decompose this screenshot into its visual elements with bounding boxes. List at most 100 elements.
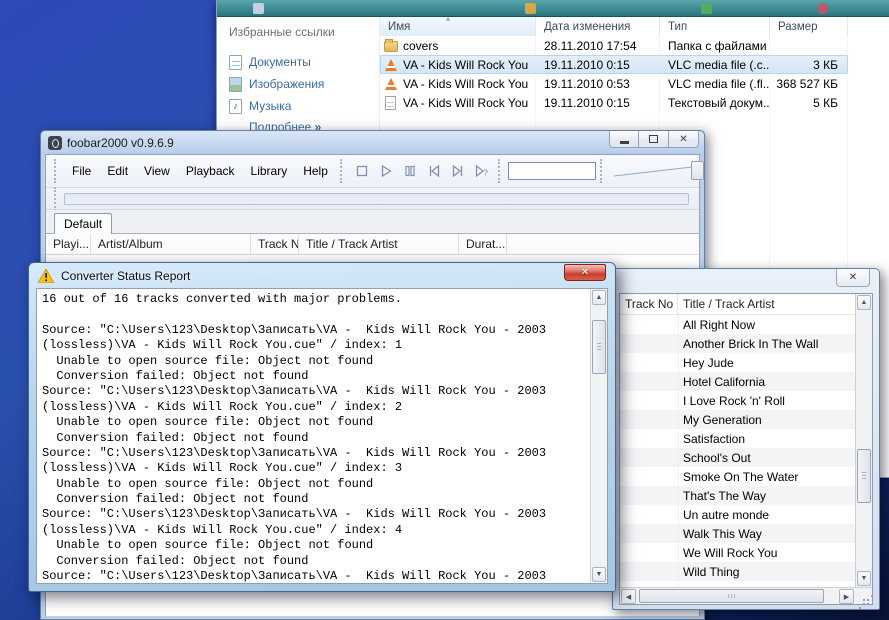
minimize-button[interactable] xyxy=(609,131,639,148)
seekbar-row xyxy=(46,188,699,210)
seekbar[interactable] xyxy=(64,193,689,205)
scrollbar-thumb[interactable] xyxy=(857,449,871,503)
track-row[interactable]: School's Out xyxy=(620,448,855,467)
track-title: School's Out xyxy=(683,451,751,465)
minimize-icon xyxy=(620,141,629,144)
track-row[interactable]: Smoke On The Water xyxy=(620,467,855,486)
vertical-scrollbar[interactable]: ▲ ▼ xyxy=(855,294,872,587)
previous-button[interactable] xyxy=(422,160,446,182)
menu-item[interactable]: Edit xyxy=(99,155,136,187)
foobar2000-titlebar[interactable]: foobar2000 v0.9.6.9 ✕ xyxy=(41,131,704,154)
converter-status-dialog: Converter Status Report ✕ 16 out of 16 t… xyxy=(28,262,616,592)
pause-button[interactable] xyxy=(398,160,422,182)
toolbar-burn-icon xyxy=(817,3,828,14)
track-row[interactable]: Satisfaction xyxy=(620,429,855,448)
resize-grip[interactable] xyxy=(855,588,872,604)
column-header-artist-album[interactable]: Artist/Album xyxy=(91,234,251,254)
maximize-button[interactable] xyxy=(639,131,669,148)
track-row[interactable]: I Love Rock 'n' Roll xyxy=(620,391,855,410)
column-header-track-no[interactable]: Track No xyxy=(251,234,299,254)
column-header-duration[interactable]: Durat... xyxy=(459,234,507,254)
svg-text:?: ? xyxy=(483,168,488,178)
track-title: Another Brick In The Wall xyxy=(683,337,818,351)
sidebar-item-icon xyxy=(229,77,242,92)
stop-button[interactable] xyxy=(350,160,374,182)
column-header-size[interactable]: Размер xyxy=(770,17,848,36)
track-title: My Generation xyxy=(683,413,762,427)
playlist-window-titlebar[interactable]: ✕ xyxy=(613,269,879,293)
horizontal-scrollbar[interactable]: ◀ ▶ xyxy=(620,587,872,604)
scrollbar-thumb[interactable] xyxy=(592,320,606,374)
toolbar-views-icon xyxy=(701,3,712,14)
menu-item[interactable]: View xyxy=(136,155,178,187)
sort-ascending-icon: ▴ xyxy=(446,14,450,23)
scrollbar-track[interactable] xyxy=(856,311,872,570)
menu-item[interactable]: Playback xyxy=(178,155,243,187)
volume-slider-handle[interactable] xyxy=(691,161,704,180)
random-button[interactable]: ? xyxy=(470,160,494,182)
menu-item[interactable]: Help xyxy=(295,155,336,187)
file-row[interactable]: VA - Kids Will Rock You 19.11.2010 0:53 … xyxy=(380,74,848,93)
next-button[interactable] xyxy=(446,160,470,182)
menu-item[interactable]: Library xyxy=(243,155,296,187)
file-size: 368 527 КБ xyxy=(770,77,848,91)
sidebar-item[interactable]: Изображения xyxy=(229,73,379,95)
scrollbar-track[interactable] xyxy=(637,588,838,604)
file-row[interactable]: VA - Kids Will Rock You 19.11.2010 0:15 … xyxy=(380,55,848,74)
column-header-date[interactable]: Дата изменения xyxy=(536,17,660,36)
search-input[interactable] xyxy=(508,162,596,180)
sidebar-item-icon xyxy=(229,99,242,114)
playlist-column-headers: Playi... Artist/Album Track No Title / T… xyxy=(46,234,699,255)
scroll-down-button[interactable]: ▼ xyxy=(857,571,871,586)
track-row[interactable]: All Right Now xyxy=(620,315,855,334)
track-row[interactable]: That's The Way xyxy=(620,486,855,505)
file-date: 19.11.2010 0:15 xyxy=(536,58,660,72)
column-header-playing[interactable]: Playi... xyxy=(46,234,91,254)
scrollbar-thumb[interactable] xyxy=(639,589,824,603)
play-button[interactable] xyxy=(374,160,398,182)
vertical-scrollbar[interactable]: ▲ ▼ xyxy=(590,289,607,583)
toolbar-grip[interactable] xyxy=(600,159,604,183)
scroll-left-button[interactable]: ◀ xyxy=(621,589,636,604)
track-row[interactable]: My Generation xyxy=(620,410,855,429)
track-row[interactable]: Hey Jude xyxy=(620,353,855,372)
track-row[interactable]: Wild Thing xyxy=(620,562,855,581)
toolbar-grip[interactable] xyxy=(54,187,58,211)
scroll-right-icon: ▶ xyxy=(844,593,849,601)
column-header-track-no[interactable]: Track No xyxy=(620,294,678,314)
column-header-title[interactable]: Title / Track Artist xyxy=(299,234,459,254)
track-row[interactable]: Hotel California xyxy=(620,372,855,391)
sidebar-item[interactable]: Документы xyxy=(229,51,379,73)
menu-item[interactable]: File xyxy=(64,155,99,187)
track-row[interactable]: Un autre monde xyxy=(620,505,855,524)
toolbar-grip[interactable] xyxy=(340,159,344,183)
file-list-header: Имя ▴ Дата изменения Тип Размер xyxy=(380,17,889,36)
close-button[interactable]: ✕ xyxy=(836,269,870,287)
scroll-up-button[interactable]: ▲ xyxy=(857,295,871,310)
scroll-up-button[interactable]: ▲ xyxy=(592,290,606,305)
file-row[interactable]: VA - Kids Will Rock You 19.11.2010 0:15 … xyxy=(380,93,848,112)
toolbar-grip[interactable] xyxy=(54,159,58,183)
report-line: Conversion failed: Object not found xyxy=(42,431,590,446)
foobar2000-app-icon xyxy=(48,136,62,150)
sidebar-item[interactable]: Музыка xyxy=(229,95,379,117)
close-button[interactable]: ✕ xyxy=(669,131,699,148)
volume-slider[interactable] xyxy=(610,160,705,182)
menu-toolbar: File Edit View Playback Library Help xyxy=(46,155,699,188)
column-header-type[interactable]: Тип xyxy=(660,17,770,36)
explorer-command-bar[interactable] xyxy=(217,0,889,17)
track-title: We Will Rock You xyxy=(683,546,777,560)
toolbar-grip[interactable] xyxy=(498,159,502,183)
file-row[interactable]: covers 28.11.2010 17:54 Папка с файлами xyxy=(380,36,848,55)
scrollbar-track[interactable] xyxy=(591,306,607,566)
track-row[interactable]: Another Brick In The Wall xyxy=(620,334,855,353)
column-header-title[interactable]: Title / Track Artist xyxy=(678,294,855,314)
column-header-name[interactable]: Имя ▴ xyxy=(380,17,536,36)
track-row[interactable]: Walk This Way xyxy=(620,524,855,543)
track-row[interactable]: We Will Rock You xyxy=(620,543,855,562)
scroll-down-button[interactable]: ▼ xyxy=(592,567,606,582)
scroll-right-button[interactable]: ▶ xyxy=(839,589,854,604)
dialog-titlebar[interactable]: Converter Status Report ✕ xyxy=(29,263,615,288)
tab-default[interactable]: Default xyxy=(54,213,112,234)
close-button[interactable]: ✕ xyxy=(564,264,606,281)
